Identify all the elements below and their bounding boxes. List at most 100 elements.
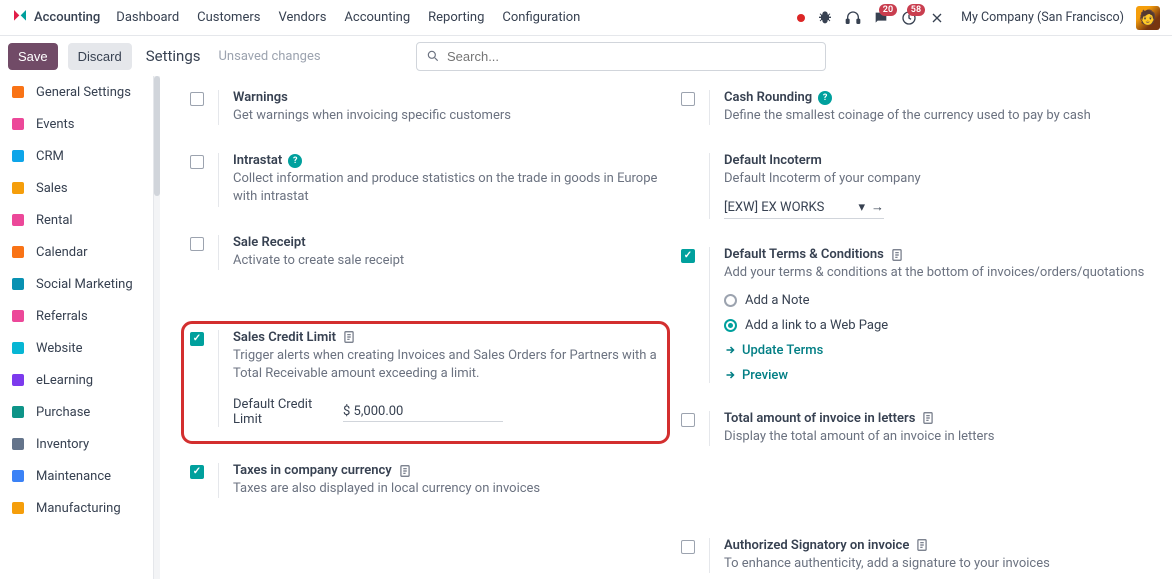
- total-letters-title: Total amount of invoice in letters: [724, 411, 915, 426]
- sale-receipt-desc: Activate to create sale receipt: [233, 252, 661, 270]
- user-avatar[interactable]: 🧑: [1136, 6, 1160, 30]
- save-button[interactable]: Save: [8, 43, 58, 70]
- settings-sidebar: General Settings Events CRM Sales Rental Cale…: [0, 76, 154, 579]
- help-icon[interactable]: ?: [818, 91, 832, 105]
- setting-total-letters: Total amount of invoice in letters Displ…: [681, 411, 1152, 446]
- messages-badge: 20: [879, 4, 897, 17]
- sales-credit-limit-checkbox[interactable]: [190, 332, 204, 346]
- intrastat-title: Intrastat: [233, 153, 282, 168]
- module-icon: [10, 404, 26, 420]
- update-terms-label: Update Terms: [742, 343, 823, 358]
- module-icon: [10, 180, 26, 196]
- nav-accounting[interactable]: Accounting: [344, 10, 410, 25]
- discard-button[interactable]: Discard: [68, 43, 132, 70]
- taxes-company-currency-checkbox[interactable]: [190, 465, 204, 479]
- intrastat-desc: Collect information and produce statisti…: [233, 170, 661, 206]
- default-incoterm-value: [EXW] EX WORKS: [724, 200, 824, 215]
- sidebar-item-elearning[interactable]: eLearning: [0, 364, 153, 396]
- cash-rounding-checkbox[interactable]: [681, 92, 695, 106]
- sales-credit-limit-desc: Trigger alerts when creating Invoices an…: [233, 347, 661, 383]
- terms-option-note[interactable]: Add a Note: [724, 293, 1152, 308]
- doc-icon[interactable]: [915, 538, 929, 552]
- nav-reporting[interactable]: Reporting: [428, 10, 484, 25]
- settings-main: Warnings Get warnings when invoicing spe…: [160, 76, 1172, 579]
- external-link-icon[interactable]: →: [871, 199, 884, 215]
- setting-sale-receipt: Sale Receipt Activate to create sale rec…: [190, 235, 661, 270]
- settings-right-column: Cash Rounding ? Define the smallest coin…: [681, 90, 1152, 573]
- app-brand[interactable]: Accounting: [12, 8, 100, 28]
- search-input[interactable]: [416, 42, 826, 71]
- sidebar-item-label: Rental: [36, 213, 73, 228]
- sidebar-item-label: CRM: [36, 149, 64, 164]
- caret-down-icon: ▾: [858, 200, 865, 215]
- module-icon: [10, 308, 26, 324]
- sidebar-item-website[interactable]: Website: [0, 332, 153, 364]
- default-credit-limit-input[interactable]: $ 5,000.00: [343, 402, 503, 422]
- sidebar-item-general-settings[interactable]: General Settings: [0, 76, 153, 108]
- terms-option-link[interactable]: Add a link to a Web Page: [724, 318, 1152, 333]
- sidebar-item-label: General Settings: [36, 85, 131, 100]
- sidebar-scrollbar[interactable]: [154, 76, 160, 579]
- setting-cash-rounding: Cash Rounding ? Define the smallest coin…: [681, 90, 1152, 125]
- tools-icon[interactable]: [929, 10, 945, 26]
- total-letters-checkbox[interactable]: [681, 413, 695, 427]
- intrastat-checkbox[interactable]: [190, 155, 204, 169]
- headset-icon[interactable]: [845, 10, 861, 26]
- update-terms-link[interactable]: Update Terms: [724, 343, 1152, 358]
- sale-receipt-title: Sale Receipt: [233, 235, 306, 250]
- sidebar-item-rental[interactable]: Rental: [0, 204, 153, 236]
- sale-receipt-checkbox[interactable]: [190, 237, 204, 251]
- sidebar-item-crm[interactable]: CRM: [0, 140, 153, 172]
- nav-vendors[interactable]: Vendors: [278, 10, 326, 25]
- default-incoterm-select[interactable]: [EXW] EX WORKS ▾ →: [724, 196, 884, 219]
- doc-icon[interactable]: [342, 330, 356, 344]
- search-icon: [426, 49, 440, 63]
- sidebar-item-label: Maintenance: [36, 469, 111, 484]
- setting-sales-credit-limit: Sales Credit Limit Trigger alerts when c…: [190, 330, 661, 435]
- module-icon: [10, 244, 26, 260]
- sidebar-item-label: Inventory: [36, 437, 89, 452]
- radio-icon: [724, 319, 737, 332]
- content-container: General Settings Events CRM Sales Rental Cale…: [0, 76, 1172, 579]
- module-icon: [10, 116, 26, 132]
- module-icon: [10, 84, 26, 100]
- module-icon: [10, 340, 26, 356]
- sidebar-item-label: Purchase: [36, 405, 90, 420]
- sidebar-item-events[interactable]: Events: [0, 108, 153, 140]
- sidebar-item-purchase[interactable]: Purchase: [0, 396, 153, 428]
- status-dot-icon[interactable]: [797, 14, 805, 22]
- sidebar-item-inventory[interactable]: Inventory: [0, 428, 153, 460]
- company-switcher[interactable]: My Company (San Francisco): [961, 10, 1124, 25]
- sidebar-item-calendar[interactable]: Calendar: [0, 236, 153, 268]
- activities-icon[interactable]: 58: [901, 10, 917, 26]
- cash-rounding-desc: Define the smallest coinage of the curre…: [724, 107, 1152, 125]
- warnings-title: Warnings: [233, 90, 288, 105]
- warnings-checkbox[interactable]: [190, 92, 204, 106]
- nav-dashboard[interactable]: Dashboard: [116, 10, 179, 25]
- sidebar-item-social-marketing[interactable]: Social Marketing: [0, 268, 153, 300]
- default-terms-checkbox[interactable]: [681, 249, 695, 263]
- preview-link[interactable]: Preview: [724, 368, 1152, 383]
- default-credit-limit-label: Default Credit Limit: [233, 397, 323, 427]
- doc-icon[interactable]: [921, 411, 935, 425]
- search-box: [416, 42, 826, 71]
- radio-icon: [724, 294, 737, 307]
- brand-icon: [12, 8, 28, 28]
- sidebar-item-sales[interactable]: Sales: [0, 172, 153, 204]
- nav-customers[interactable]: Customers: [197, 10, 260, 25]
- module-icon: [10, 212, 26, 228]
- sidebar-item-manufacturing[interactable]: Manufacturing: [0, 492, 153, 524]
- default-terms-desc: Add your terms & conditions at the botto…: [724, 264, 1152, 282]
- sidebar-item-referrals[interactable]: Referrals: [0, 300, 153, 332]
- top-navbar: Accounting Dashboard Customers Vendors A…: [0, 0, 1172, 36]
- bug-icon[interactable]: [817, 10, 833, 26]
- nav-configuration[interactable]: Configuration: [502, 10, 580, 25]
- messages-icon[interactable]: 20: [873, 10, 889, 26]
- sidebar-item-label: Calendar: [36, 245, 88, 260]
- help-icon[interactable]: ?: [288, 154, 302, 168]
- doc-icon[interactable]: [890, 248, 904, 262]
- authorized-signatory-checkbox[interactable]: [681, 540, 695, 554]
- sales-credit-limit-title: Sales Credit Limit: [233, 330, 336, 345]
- sidebar-item-maintenance[interactable]: Maintenance: [0, 460, 153, 492]
- doc-icon[interactable]: [398, 464, 412, 478]
